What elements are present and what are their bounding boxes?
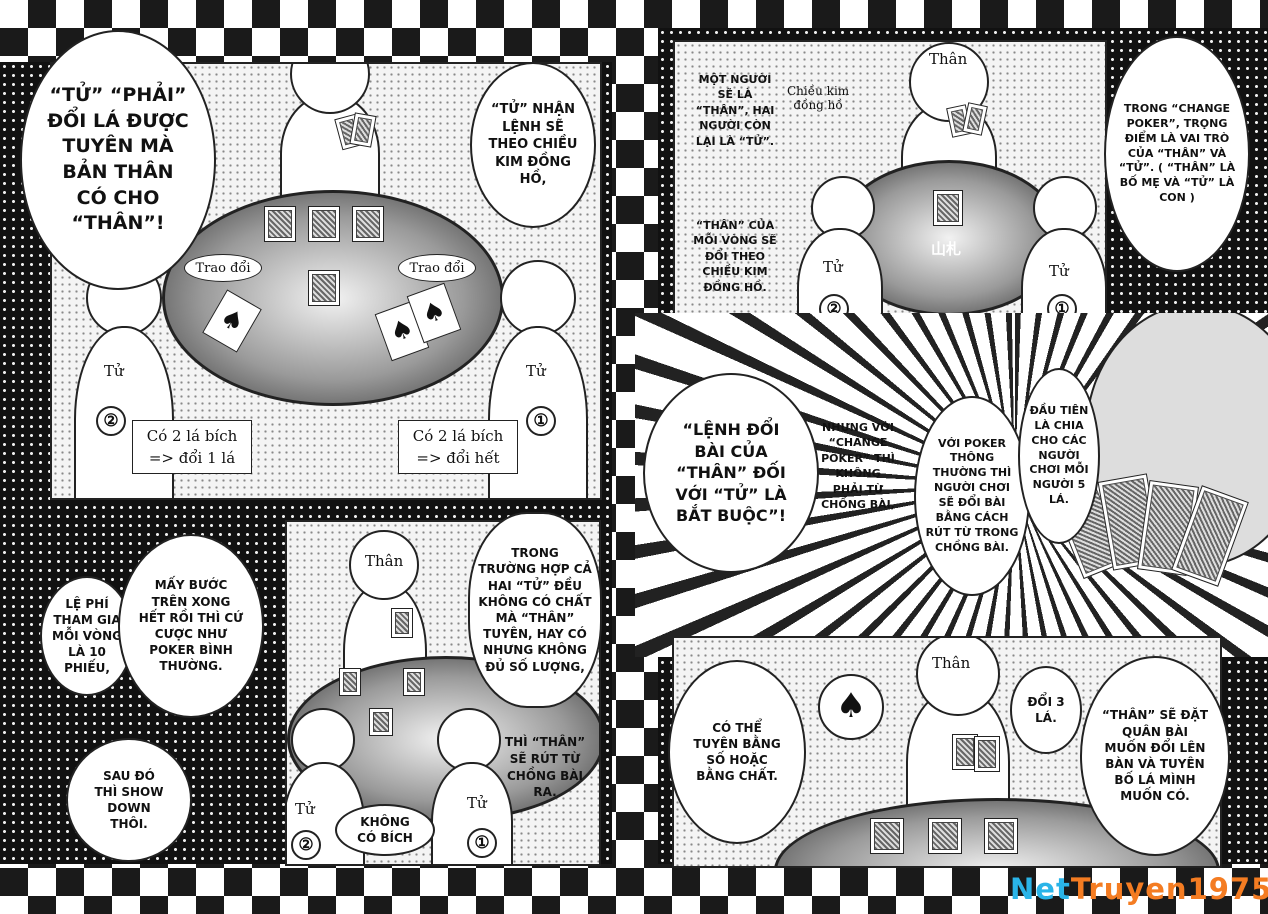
speech-bubble-both-tu-lack-suit: Trong trường hợp cả hai “tử” đều không c… bbox=[468, 512, 602, 708]
caption-draw-from-pile: Thì “thân” sẽ rút từ chồng bài ra. bbox=[504, 735, 586, 800]
player-1-number: ① bbox=[467, 828, 497, 858]
tu-2-label: Tử bbox=[295, 800, 315, 818]
card-back bbox=[928, 818, 962, 854]
than-label: Thân bbox=[932, 654, 971, 672]
tu-1-head bbox=[500, 260, 576, 336]
speech-bubble-tu-must-exchange: “Tử” “phải” đổi lá được tuyên mà bản thâ… bbox=[20, 30, 216, 290]
exchange-label-right: Trao đổi bbox=[398, 254, 476, 282]
tu-2-label: Tử bbox=[823, 258, 843, 276]
card-back bbox=[352, 206, 384, 242]
speech-bubble-declare-number-or-suit: Có thể tuyên bằng số hoặc bằng chất. bbox=[668, 660, 806, 844]
tu-1-label: Tử bbox=[467, 794, 487, 812]
player-1-number: ① bbox=[526, 406, 556, 436]
caption-one-than-two-tu: Một người sẽ là “Thân”, hai người còn lạ… bbox=[695, 73, 775, 148]
speech-bubble-than-places-card: “Thân” sẽ đặt quân bài muốn đổi lên bàn … bbox=[1080, 656, 1230, 856]
tu-1-label: Tử bbox=[1049, 262, 1069, 280]
than-figure-head bbox=[916, 638, 1000, 716]
speech-bubble-than-tu-roles: Trong “change poker”, trọng điểm là vai … bbox=[1104, 36, 1250, 272]
rule-box-right: Có 2 lá bích => đổi hết bbox=[398, 420, 518, 474]
rule-box-left: Có 2 lá bích => đổi 1 lá bbox=[132, 420, 252, 474]
card-back bbox=[339, 668, 361, 696]
spade-icon: ♠ bbox=[835, 686, 867, 727]
card-back bbox=[308, 206, 340, 242]
panel-than-rotation: 山札 Chiều kim đồng hồ Thân Tử Tử ② ① Một … bbox=[673, 40, 1107, 336]
player-2-number: ② bbox=[291, 830, 321, 860]
speech-bubble-no-spade: Không có bích bbox=[335, 804, 435, 856]
card-back bbox=[264, 206, 296, 242]
speech-bubble-exchange-three: Đổi 3 lá. bbox=[1010, 666, 1082, 754]
speech-bubble-bet-like-poker: Mấy bước trên xong hết rồi thì cứ cược n… bbox=[118, 534, 264, 718]
tu-2-label: Tử bbox=[104, 362, 124, 380]
burst-mandatory-order: “Lệnh đổi bài của “thân” đối với “tử” là… bbox=[643, 373, 819, 573]
watermark-part1: Net bbox=[1010, 872, 1071, 906]
speech-bubble-normal-poker: Với poker thông thường thì người chơi sẽ… bbox=[914, 396, 1030, 596]
speech-bubble-showdown: Sau đó thì show down thôi. bbox=[66, 738, 192, 862]
card-back bbox=[984, 818, 1018, 854]
than-label: Thân bbox=[304, 64, 342, 66]
watermark-part2: Truyen1975 bbox=[1070, 872, 1268, 906]
card-back bbox=[308, 270, 340, 306]
player-2-number: ② bbox=[96, 406, 126, 436]
exchange-label-left: Trao đổi bbox=[184, 254, 262, 282]
caption-than-rotates: “Thân” của mỗi vòng sẽ đổi theo chiều ki… bbox=[693, 219, 777, 294]
clockwise-label: Chiều kim đồng hồ bbox=[787, 84, 850, 112]
card-back bbox=[403, 668, 425, 696]
speech-bubble-deal-five: Đầu tiên là chia cho các người chơi mỗi … bbox=[1018, 368, 1100, 544]
site-watermark: NetTruyen1975 bbox=[1010, 872, 1268, 906]
card-back bbox=[870, 818, 904, 854]
draw-pile bbox=[933, 190, 963, 226]
speech-bubble-clockwise: “Tử” nhận lệnh sẽ theo chiều kim đồng hồ… bbox=[470, 62, 596, 228]
caption-not-from-pile: Nhưng với “change poker” thì không phải … bbox=[821, 421, 895, 511]
draw-pile-label: 山札 bbox=[931, 240, 962, 258]
than-label: Thân bbox=[929, 50, 968, 68]
card-back bbox=[391, 608, 413, 638]
than-label: Thân bbox=[365, 552, 404, 570]
spade-bubble: ♠ bbox=[818, 674, 884, 740]
card-back bbox=[974, 736, 1000, 772]
card-back bbox=[369, 708, 393, 736]
tu-1-label: Tử bbox=[526, 362, 546, 380]
